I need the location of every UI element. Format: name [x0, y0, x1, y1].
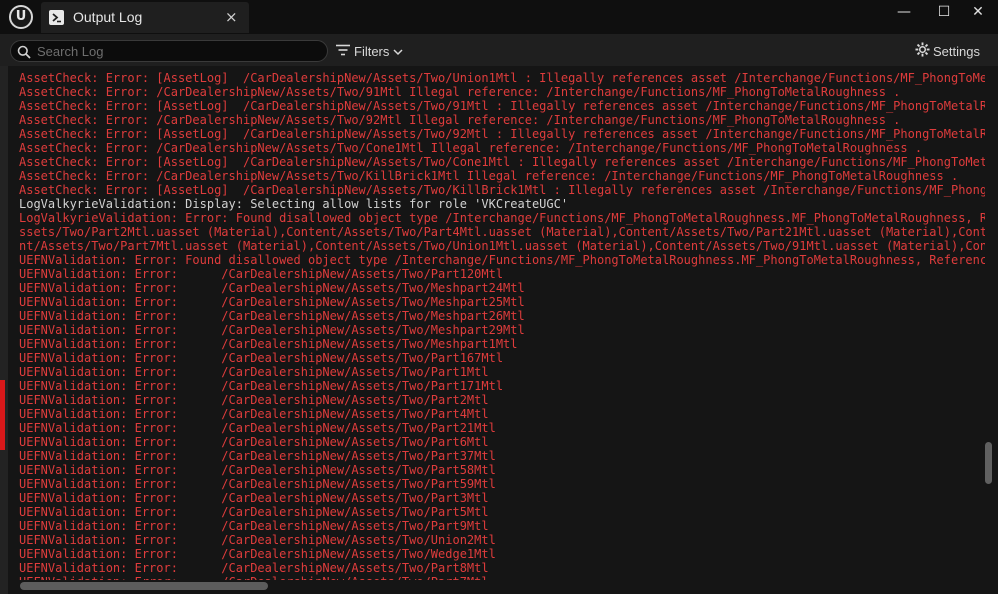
log-line: AssetCheck: Error: /CarDealershipNew/Ass… — [19, 141, 923, 155]
log-line: AssetCheck: Error: [AssetLog] /CarDealer… — [19, 99, 985, 113]
log-line: UEFNValidation: Error: /CarDealershipNew… — [19, 267, 504, 281]
chevron-down-icon — [393, 44, 403, 59]
log-line: UEFNValidation: Error: /CarDealershipNew… — [19, 491, 489, 505]
log-line: AssetCheck: Error: [AssetLog] /CarDealer… — [19, 183, 985, 197]
vertical-scrollbar-thumb[interactable] — [985, 442, 992, 484]
log-line: AssetCheck: Error: [AssetLog] /CarDealer… — [19, 71, 985, 85]
log-line: UEFNValidation: Error: /CarDealershipNew… — [19, 295, 525, 309]
log-line: UEFNValidation: Error: Found disallowed … — [19, 253, 985, 267]
horizontal-scrollbar-thumb[interactable] — [20, 582, 268, 590]
tab-label: Output Log — [73, 9, 143, 25]
log-line: ssets/Two/Part2Mtl.uasset (Material),Con… — [19, 225, 985, 239]
log-line: AssetCheck: Error: /CarDealershipNew/Ass… — [19, 85, 901, 99]
filter-icon — [336, 44, 350, 59]
filters-button[interactable]: Filters — [336, 41, 403, 61]
log-line: LogValkyrieValidation: Error: Found disa… — [19, 211, 985, 225]
log-line: UEFNValidation: Error: /CarDealershipNew… — [19, 393, 489, 407]
log-line: UEFNValidation: Error: /CarDealershipNew… — [19, 337, 518, 351]
log-line: UEFNValidation: Error: /CarDealershipNew… — [19, 281, 525, 295]
tab-close-icon[interactable]: × — [225, 8, 238, 26]
output-log-icon — [49, 10, 64, 25]
log-line: UEFNValidation: Error: /CarDealershipNew… — [19, 463, 496, 477]
tab-output-log[interactable]: Output Log × — [41, 2, 249, 33]
settings-button[interactable]: Settings — [915, 41, 980, 61]
log-line: UEFNValidation: Error: /CarDealershipNew… — [19, 365, 489, 379]
log-line: UEFNValidation: Error: /CarDealershipNew… — [19, 533, 496, 547]
log-output[interactable]: AssetCheck: Error: [AssetLog] /CarDealer… — [19, 66, 985, 580]
left-edge-strip — [0, 66, 8, 594]
log-line: AssetCheck: Error: [AssetLog] /CarDealer… — [19, 155, 985, 169]
close-button[interactable]: ✕ — [958, 0, 998, 26]
log-line: UEFNValidation: Error: /CarDealershipNew… — [19, 435, 489, 449]
log-line: UEFNValidation: Error: /CarDealershipNew… — [19, 561, 489, 575]
log-line: UEFNValidation: Error: /CarDealershipNew… — [19, 421, 496, 435]
log-line: UEFNValidation: Error: /CarDealershipNew… — [19, 575, 985, 580]
filters-label: Filters — [354, 43, 390, 59]
log-line: nt/Assets/Two/Part7Mtl.uasset (Material)… — [19, 239, 985, 253]
left-edge-red-marker — [0, 380, 5, 450]
log-line: UEFNValidation: Error: /CarDealershipNew… — [19, 379, 504, 393]
minimize-button[interactable]: — — [884, 0, 924, 26]
search-box[interactable] — [10, 40, 328, 62]
search-icon — [17, 44, 31, 63]
log-line: UEFNValidation: Error: /CarDealershipNew… — [19, 547, 496, 561]
log-line: AssetCheck: Error: /CarDealershipNew/Ass… — [19, 169, 959, 183]
gear-icon — [915, 42, 930, 60]
log-line: AssetCheck: Error: [AssetLog] /CarDealer… — [19, 127, 985, 141]
title-bar: U Output Log × — ☐ ✕ — [0, 0, 998, 34]
log-line: LogValkyrieValidation: Display: Selectin… — [19, 197, 569, 211]
log-line: UEFNValidation: Error: /CarDealershipNew… — [19, 407, 489, 421]
search-input[interactable] — [37, 41, 317, 61]
unreal-logo-icon[interactable]: U — [9, 5, 33, 29]
log-line: UEFNValidation: Error: /CarDealershipNew… — [19, 449, 496, 463]
log-line: UEFNValidation: Error: /CarDealershipNew… — [19, 309, 525, 323]
log-line: UEFNValidation: Error: /CarDealershipNew… — [19, 477, 496, 491]
log-line: UEFNValidation: Error: /CarDealershipNew… — [19, 519, 489, 533]
log-line: AssetCheck: Error: /CarDealershipNew/Ass… — [19, 113, 901, 127]
log-line: UEFNValidation: Error: /CarDealershipNew… — [19, 323, 525, 337]
log-line: UEFNValidation: Error: /CarDealershipNew… — [19, 351, 504, 365]
settings-label: Settings — [933, 43, 980, 59]
log-line: UEFNValidation: Error: /CarDealershipNew… — [19, 505, 489, 519]
